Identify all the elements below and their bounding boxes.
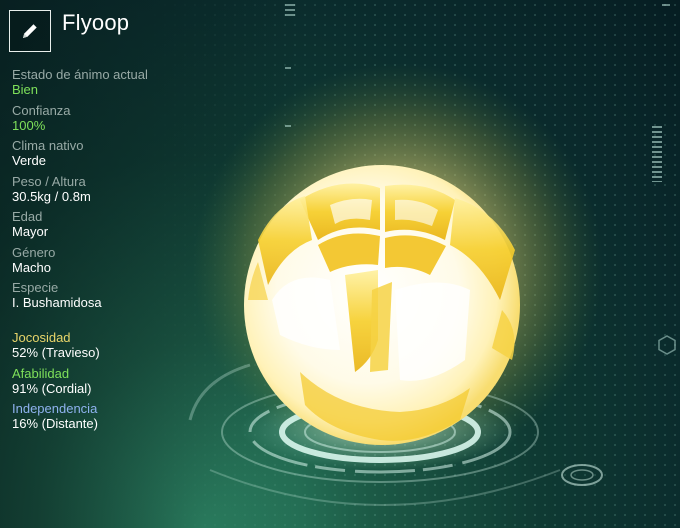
stat-climate: Clima nativo Verde	[12, 138, 212, 174]
stat-value: Mayor	[12, 224, 49, 239]
small-ring-icon	[561, 464, 603, 486]
trait-label: Afabilidad	[12, 365, 70, 381]
stat-label: Especie	[12, 280, 59, 295]
stat-label: Peso / Altura	[12, 173, 86, 189]
stat-age: Edad Mayor	[12, 209, 212, 245]
top-marker-ticks	[285, 4, 295, 18]
stat-weight-height: Peso / Altura 30.5kg / 0.8m	[12, 174, 212, 210]
trait-label: Jocosidad	[12, 330, 71, 345]
traits-list: Jocosidad 52% (Travieso) Afabilidad 91% …	[12, 330, 212, 437]
side-marker-tick-2	[285, 125, 291, 127]
stat-gender: Género Macho	[12, 245, 212, 281]
stat-label: Clima nativo	[12, 138, 84, 153]
stat-value: Macho	[12, 259, 52, 275]
stat-mood: Estado de ánimo actual Bien	[12, 67, 212, 103]
trait-friendliness: Afabilidad 91% (Cordial)	[12, 366, 212, 402]
edit-name-button[interactable]	[9, 10, 51, 52]
stat-label: Edad	[12, 209, 43, 224]
creature-egg	[244, 165, 520, 445]
stat-value: Verde	[12, 153, 46, 168]
right-scanner-bars	[652, 126, 662, 182]
trait-label: Independencia	[12, 401, 98, 416]
trait-playfulness: Jocosidad 52% (Travieso)	[12, 330, 212, 366]
trait-value: 91% (Cordial)	[12, 380, 92, 396]
stat-value: Bien	[12, 82, 39, 97]
stat-value: I. Bushamidosa	[12, 295, 102, 310]
side-marker-tick-1	[285, 67, 291, 69]
stats-list: Estado de ánimo actual Bien Confianza 10…	[12, 67, 212, 316]
stat-species: Especie I. Bushamidosa	[12, 280, 212, 316]
stat-value: 100%	[12, 117, 46, 133]
top-right-tick	[662, 4, 670, 6]
stat-label: Confianza	[12, 102, 71, 118]
trait-independence: Independencia 16% (Distante)	[12, 401, 212, 437]
trait-value: 16% (Distante)	[12, 416, 98, 431]
stat-label: Género	[12, 244, 56, 260]
trait-value: 52% (Travieso)	[12, 345, 100, 360]
stat-trust: Confianza 100%	[12, 103, 212, 139]
stat-value: 30.5kg / 0.8m	[12, 188, 91, 204]
creature-name: Flyoop	[62, 10, 130, 35]
hexagon-icon	[658, 335, 676, 355]
pencil-icon	[23, 24, 37, 38]
stat-label: Estado de ánimo actual	[12, 67, 148, 82]
